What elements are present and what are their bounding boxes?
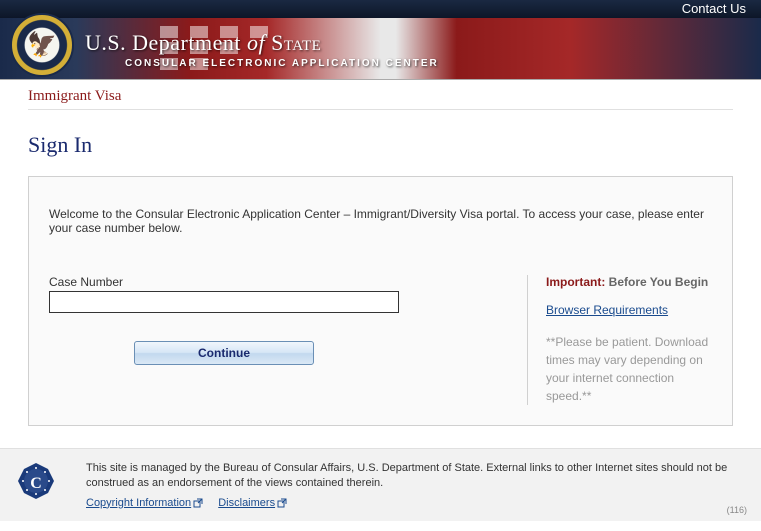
copyright-link[interactable]: Copyright Information <box>86 497 203 509</box>
sidebar-column: Important: Before You Begin Browser Requ… <box>527 275 712 405</box>
patience-text: **Please be patient. Download times may … <box>546 333 712 405</box>
important-notice: Important: Before You Begin <box>546 275 712 289</box>
external-icon <box>277 498 287 508</box>
breadcrumb: Immigrant Visa <box>28 88 733 110</box>
state-seal: 🦅 <box>10 13 74 77</box>
disclaimers-link[interactable]: Disclaimers <box>218 497 287 509</box>
welcome-text: Welcome to the Consular Electronic Appli… <box>49 207 712 235</box>
footer-text: This site is managed by the Bureau of Co… <box>86 461 751 511</box>
page-title: Sign In <box>28 132 733 158</box>
consular-seal: C <box>16 461 56 501</box>
page-number: (116) <box>727 505 747 515</box>
signin-panel: Welcome to the Consular Electronic Appli… <box>28 176 733 426</box>
case-number-input[interactable] <box>49 291 399 313</box>
external-icon <box>193 498 203 508</box>
eagle-icon: 🦅 <box>27 31 57 60</box>
important-label: Important: <box>546 275 605 289</box>
case-number-label: Case Number <box>49 275 507 289</box>
form-column: Case Number Continue <box>49 275 527 405</box>
header-text: U.S. Department of State CONSULAR ELECTR… <box>85 30 439 69</box>
footer: C This site is managed by the Bureau of … <box>0 448 761 521</box>
important-text: Before You Begin <box>605 275 708 289</box>
continue-button[interactable]: Continue <box>134 341 314 365</box>
svg-text:C: C <box>30 475 42 492</box>
header-banner: 🦅 U.S. Department of State CONSULAR ELEC… <box>0 18 761 80</box>
top-bar: Contact Us <box>0 0 761 18</box>
contact-link[interactable]: Contact Us <box>682 1 746 16</box>
browser-requirements-link[interactable]: Browser Requirements <box>546 303 712 317</box>
